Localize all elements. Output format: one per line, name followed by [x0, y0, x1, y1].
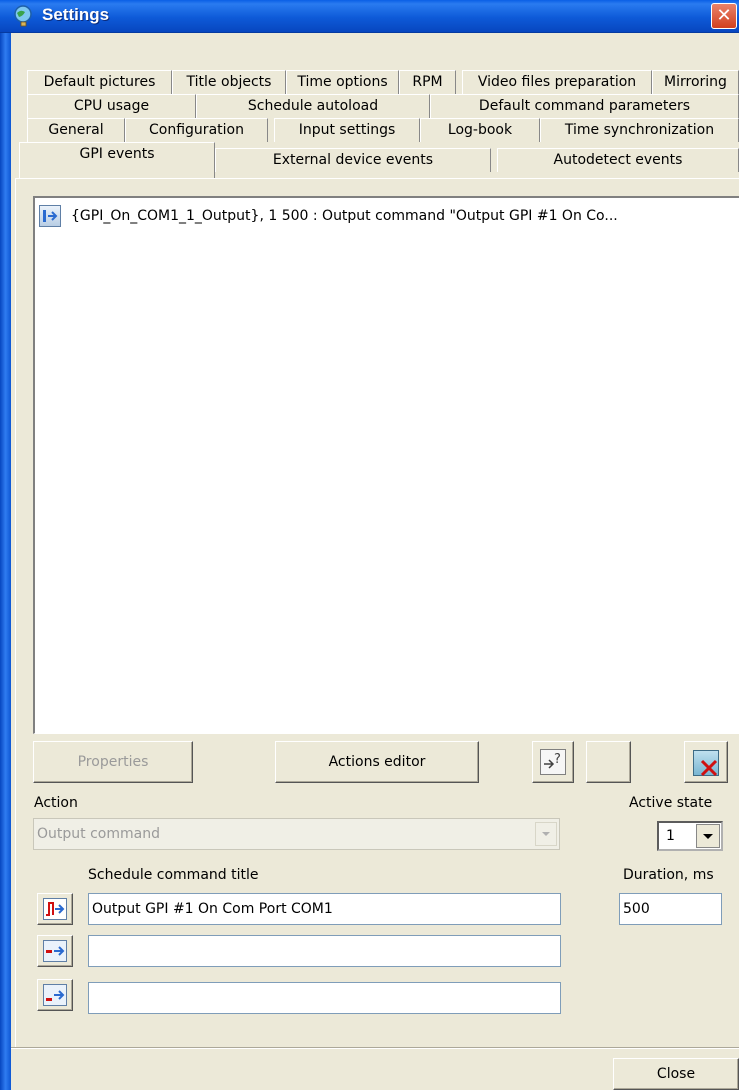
action-label: Action	[34, 795, 78, 811]
command-icon-button-3[interactable]	[37, 979, 73, 1011]
tab-video-files-preparation[interactable]: Video files preparation	[462, 70, 652, 94]
tab-title-objects[interactable]: Title objects	[172, 70, 286, 94]
tab-time-synchronization[interactable]: Time synchronization	[540, 118, 739, 142]
active-state-label: Active state	[629, 795, 713, 811]
schedule-command-title-label: Schedule command title	[88, 867, 259, 883]
close-window-icon[interactable]: ✕	[711, 3, 737, 29]
svg-text:?: ?	[554, 752, 561, 767]
list-item[interactable]: {GPI_On_COM1_1_Output}, 1 500 : Output c…	[39, 204, 729, 228]
schedule-command-title-field-1[interactable]: Output GPI #1 On Com Port COM1	[88, 893, 561, 925]
duration-field[interactable]: 500	[619, 893, 722, 925]
tab-mirroring[interactable]: Mirroring	[652, 70, 739, 94]
schedule-command-title-field-2[interactable]	[88, 935, 561, 967]
tab-general[interactable]: General	[27, 118, 125, 142]
tab-time-options[interactable]: Time options	[286, 70, 399, 94]
tab-schedule-autoload[interactable]: Schedule autoload	[196, 94, 430, 118]
bottom-separator	[11, 1047, 739, 1049]
active-state-value: 1	[666, 828, 675, 844]
tab-default-pictures[interactable]: Default pictures	[27, 70, 172, 94]
window-frame	[0, 33, 11, 1090]
action-select-value: Output command	[37, 826, 160, 842]
tab-input-settings[interactable]: Input settings	[274, 118, 420, 142]
delete-button[interactable]	[684, 741, 728, 783]
chevron-down-icon[interactable]	[535, 822, 557, 846]
help-question-button[interactable]: ?	[532, 741, 574, 783]
properties-button[interactable]: Properties	[33, 741, 193, 783]
command-icon	[43, 984, 67, 1006]
gpi-event-list[interactable]: {GPI_On_COM1_1_Output}, 1 500 : Output c…	[33, 196, 739, 734]
blank-button[interactable]	[586, 741, 631, 783]
tab-autodetect-events[interactable]: Autodetect events	[497, 148, 739, 172]
window-title: Settings	[42, 5, 110, 24]
command-icon-button-2[interactable]	[37, 935, 73, 967]
title-bar[interactable]	[0, 0, 739, 33]
tab-bar: Default pictures Title objects Time opti…	[15, 66, 739, 178]
list-item-text: {GPI_On_COM1_1_Output}, 1 500 : Output c…	[71, 208, 618, 224]
action-select[interactable]: Output command	[33, 818, 560, 850]
close-button[interactable]: Close	[613, 1058, 739, 1090]
delete-icon	[693, 750, 719, 777]
schedule-command-title-field-3[interactable]	[88, 982, 561, 1014]
command-icon	[43, 940, 67, 962]
chevron-down-icon[interactable]	[696, 824, 720, 848]
tab-gpi-events[interactable]: GPI events	[19, 142, 215, 178]
help-question-icon: ?	[540, 749, 566, 775]
duration-label: Duration, ms	[623, 867, 714, 883]
tab-default-command-parameters[interactable]: Default command parameters	[430, 94, 739, 118]
tab-cpu-usage[interactable]: CPU usage	[27, 94, 196, 118]
command-icon-button-1[interactable]	[37, 893, 73, 925]
active-state-select[interactable]: 1	[657, 821, 723, 851]
tab-rpm[interactable]: RPM	[399, 70, 456, 94]
pulse-command-icon	[43, 898, 67, 920]
app-globe-icon	[13, 5, 35, 27]
tab-configuration[interactable]: Configuration	[125, 118, 268, 142]
tab-external-device-events[interactable]: External device events	[215, 148, 491, 172]
tab-log-book[interactable]: Log-book	[420, 118, 540, 142]
output-command-icon	[39, 205, 61, 227]
actions-editor-button[interactable]: Actions editor	[275, 741, 479, 783]
